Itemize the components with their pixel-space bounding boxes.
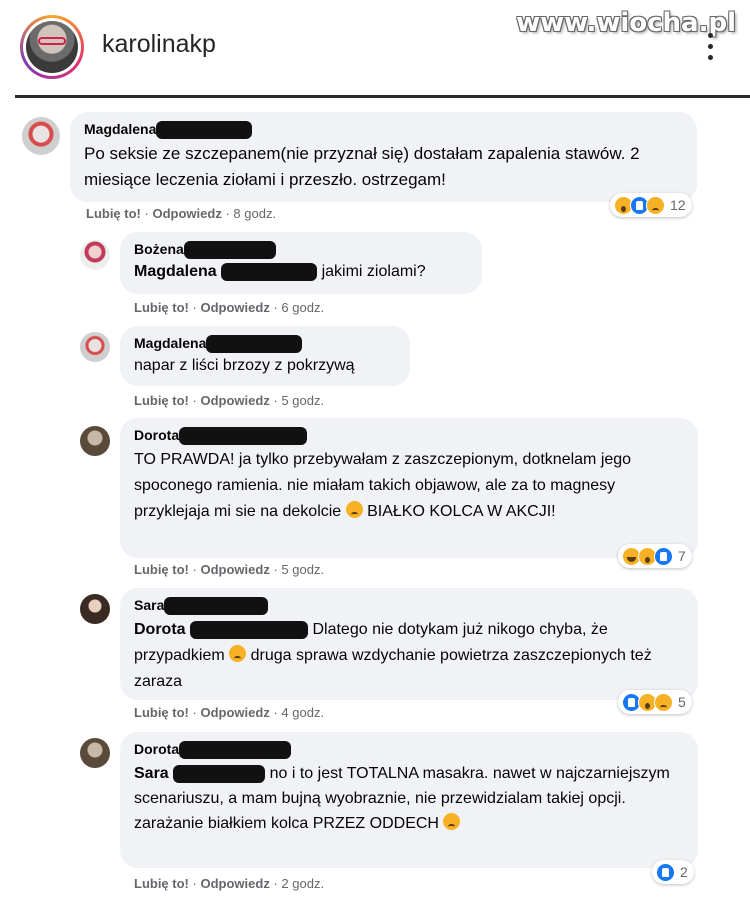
sad-emoji-icon xyxy=(229,645,247,663)
comment-actions: Lubię to! · Odpowiedz · 5 godz. xyxy=(134,562,325,577)
comment-actions: Lubię to! · Odpowiedz · 8 godz. xyxy=(86,206,277,221)
like-link[interactable]: Lubię to! xyxy=(134,300,189,315)
comment-time[interactable]: 6 godz. xyxy=(281,300,324,315)
reactions-badge[interactable]: 12 xyxy=(610,193,692,217)
divider xyxy=(15,95,750,98)
commenter-avatar[interactable] xyxy=(80,240,110,270)
reply-link[interactable]: Odpowiedz xyxy=(152,206,221,221)
comment-actions: Lubię to! · Odpowiedz · 4 godz. xyxy=(134,705,325,720)
like-link[interactable]: Lubię to! xyxy=(134,562,189,577)
comment-bubble: Dorota Sara no i to jest TOTALNA masakra… xyxy=(120,732,698,868)
reply-link[interactable]: Odpowiedz xyxy=(200,876,269,891)
comment-author[interactable]: Magdalena xyxy=(134,334,396,354)
mention-link[interactable]: Magdalena xyxy=(134,263,217,280)
mention-link[interactable]: Sara xyxy=(134,765,169,782)
comment-text: napar z liści brzozy z pokrzywą xyxy=(134,357,355,375)
more-options-icon[interactable] xyxy=(708,33,714,63)
reaction-count: 2 xyxy=(680,864,688,880)
redaction-bar xyxy=(173,765,266,784)
mention-link[interactable]: Dorota xyxy=(134,621,186,638)
reply-link[interactable]: Odpowiedz xyxy=(200,393,269,408)
commenter-avatar[interactable] xyxy=(80,332,110,362)
comment-time[interactable]: 5 godz. xyxy=(281,393,324,408)
comment-time[interactable]: 8 godz. xyxy=(233,206,276,221)
commenter-avatar[interactable] xyxy=(80,426,110,456)
reaction-count: 7 xyxy=(678,548,686,564)
reactions-badge[interactable]: 7 xyxy=(618,544,692,568)
comment-actions: Lubię to! · Odpowiedz · 2 godz. xyxy=(134,876,325,891)
comment-time[interactable]: 4 godz. xyxy=(281,705,324,720)
reactions-badge[interactable]: 2 xyxy=(652,860,694,884)
redaction-bar xyxy=(206,335,303,354)
sad-reaction-icon xyxy=(646,195,665,215)
comment-actions: Lubię to! · Odpowiedz · 6 godz. xyxy=(134,300,325,315)
redaction-bar xyxy=(164,597,269,616)
reply-link[interactable]: Odpowiedz xyxy=(200,705,269,720)
sad-reaction-icon xyxy=(654,692,673,712)
like-link[interactable]: Lubię to! xyxy=(86,206,141,221)
comment-text: BIAŁKO KOLCA W AKCJI! xyxy=(367,503,556,521)
profile-avatar[interactable] xyxy=(20,15,84,79)
redaction-bar xyxy=(179,427,308,446)
sad-emoji-icon xyxy=(345,501,363,519)
redaction-bar xyxy=(179,741,292,760)
commenter-avatar[interactable] xyxy=(22,117,60,155)
redaction-bar xyxy=(183,241,276,260)
comment-time[interactable]: 5 godz. xyxy=(281,562,324,577)
like-link[interactable]: Lubię to! xyxy=(134,393,189,408)
comment-author[interactable]: Sara xyxy=(134,596,684,616)
comment-bubble: Bożena Magdalena jakimi ziolami? xyxy=(120,232,482,294)
commenter-avatar[interactable] xyxy=(80,594,110,624)
reactions-badge[interactable]: 5 xyxy=(618,690,692,714)
redaction-bar xyxy=(156,121,253,140)
comment-bubble: Dorota TO PRAWDA! ja tylko przebywałam z… xyxy=(120,418,698,558)
commenter-avatar[interactable] xyxy=(80,738,110,768)
reaction-count: 12 xyxy=(670,197,686,213)
sad-emoji-icon xyxy=(443,813,461,831)
reply-link[interactable]: Odpowiedz xyxy=(200,300,269,315)
comment-text: Po seksie ze szczepanem(nie przyznał się… xyxy=(84,144,640,190)
like-reaction-icon xyxy=(654,546,673,566)
watermark: www.wiocha.pl xyxy=(516,8,736,38)
comment-author[interactable]: Dorota xyxy=(134,740,684,760)
like-link[interactable]: Lubię to! xyxy=(134,705,189,720)
reply-link[interactable]: Odpowiedz xyxy=(200,562,269,577)
post-header: karolinakp www.wiocha.pl xyxy=(0,0,750,98)
comment-time[interactable]: 2 godz. xyxy=(281,876,324,891)
username[interactable]: karolinakp xyxy=(102,30,216,59)
reaction-count: 5 xyxy=(678,694,686,710)
redaction-bar xyxy=(190,621,309,640)
comment-author[interactable]: Bożena xyxy=(134,240,468,260)
like-reaction-icon xyxy=(656,862,675,882)
redaction-bar xyxy=(221,263,318,282)
comment-actions: Lubię to! · Odpowiedz · 5 godz. xyxy=(134,393,325,408)
comment-text: jakimi ziolami? xyxy=(321,263,426,281)
comment-bubble: Sara Dorota Dlatego nie dotykam już niko… xyxy=(120,588,698,700)
like-link[interactable]: Lubię to! xyxy=(134,876,189,891)
comment-author[interactable]: Magdalena xyxy=(84,120,683,140)
comment-author[interactable]: Dorota xyxy=(134,426,684,446)
comment-bubble: Magdalena napar z liści brzozy z pokrzyw… xyxy=(120,326,410,386)
comment-bubble: Magdalena Po seksie ze szczepanem(nie pr… xyxy=(70,112,697,202)
